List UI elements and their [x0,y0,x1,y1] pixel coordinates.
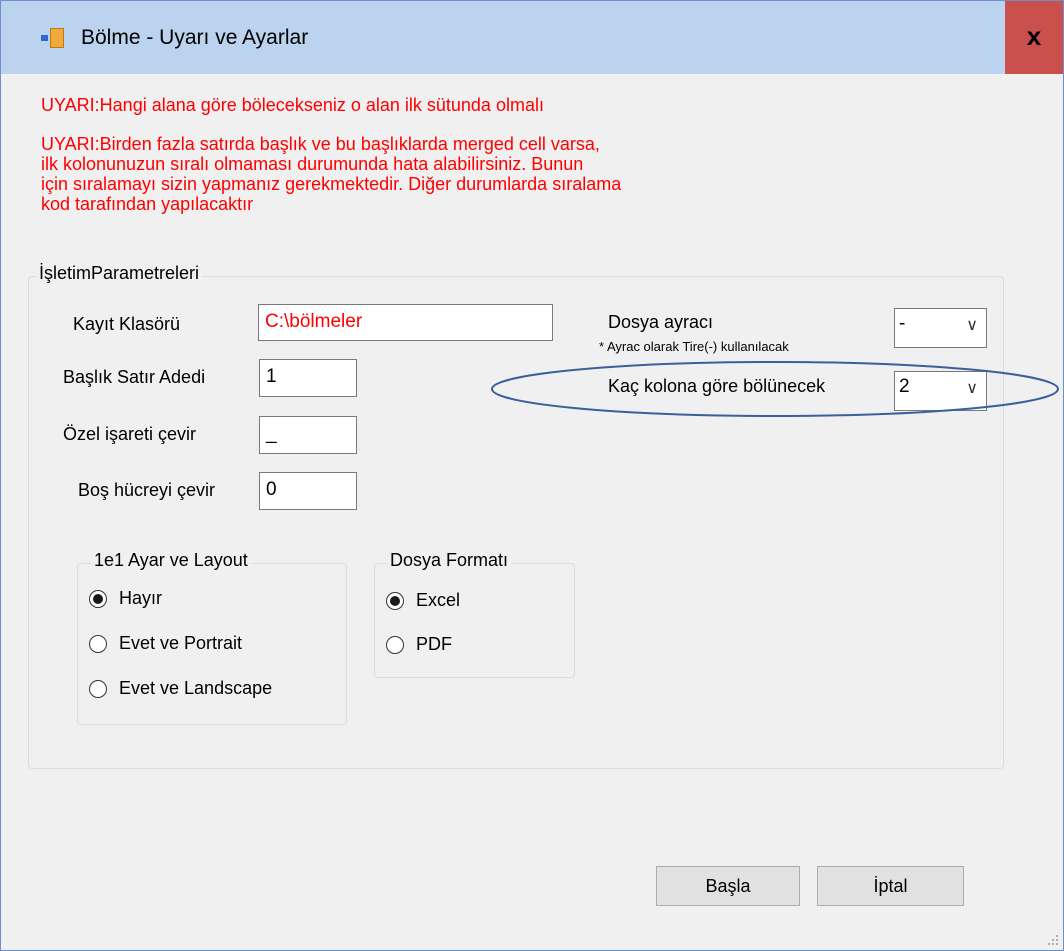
params-legend: İşletimParametreleri [36,263,203,283]
dosya-ayraci-label: Dosya ayracı [608,312,714,332]
close-button[interactable]: x [1005,1,1063,74]
radio-unchecked-icon [89,680,107,698]
radio-checked-icon [89,590,107,608]
layout-legend: 1e1 Ayar ve Layout [91,550,251,570]
radio-evet-landscape-label: Evet ve Landscape [119,678,273,698]
ozel-isaret-input[interactable]: _ [259,416,357,454]
kayit-klasoru-label: Kayıt Klasörü [73,314,181,334]
app-icon [41,28,65,48]
dosya-ayraci-select[interactable]: - ∨ [894,308,987,348]
baslik-satir-label: Başlık Satır Adedi [63,367,206,387]
radio-unchecked-icon [89,635,107,653]
resize-grip-icon[interactable] [1045,932,1059,946]
bos-hucre-label: Boş hücreyi çevir [78,480,216,500]
baslik-satir-input[interactable]: 1 [259,359,357,397]
highlight-ellipse [491,361,1059,417]
format-legend: Dosya Formatı [387,550,512,570]
radio-hayir-label: Hayır [119,588,163,608]
warning-line-1: UYARI:Hangi alana göre bölecekseniz o al… [41,95,544,115]
warning-line-2: UYARI:Birden fazla satırda başlık ve bu … [41,134,622,214]
window-title: Bölme - Uyarı ve Ayarlar [81,26,309,49]
title-bar[interactable]: Bölme - Uyarı ve Ayarlar x [1,1,1063,74]
dosya-ayraci-value: - [899,313,906,334]
chevron-down-icon: ∨ [966,317,978,334]
bos-hucre-input[interactable]: 0 [259,472,357,510]
start-button[interactable]: Başla [656,866,800,906]
format-groupbox [374,563,575,678]
cancel-button[interactable]: İptal [817,866,964,906]
radio-pdf-label: PDF [416,634,452,654]
ozel-isaret-label: Özel işareti çevir [63,424,197,444]
radio-evet-portrait-label: Evet ve Portrait [119,633,243,653]
radio-excel-label: Excel [416,590,461,610]
radio-checked-icon [386,592,404,610]
radio-unchecked-icon [386,636,404,654]
dialog-window: Bölme - Uyarı ve Ayarlar x UYARI:Hangi a… [0,0,1064,951]
kayit-klasoru-input[interactable]: C:\bölmeler [258,304,553,341]
ayrac-note: * Ayrac olarak Tire(-) kullanılacak [599,339,789,354]
